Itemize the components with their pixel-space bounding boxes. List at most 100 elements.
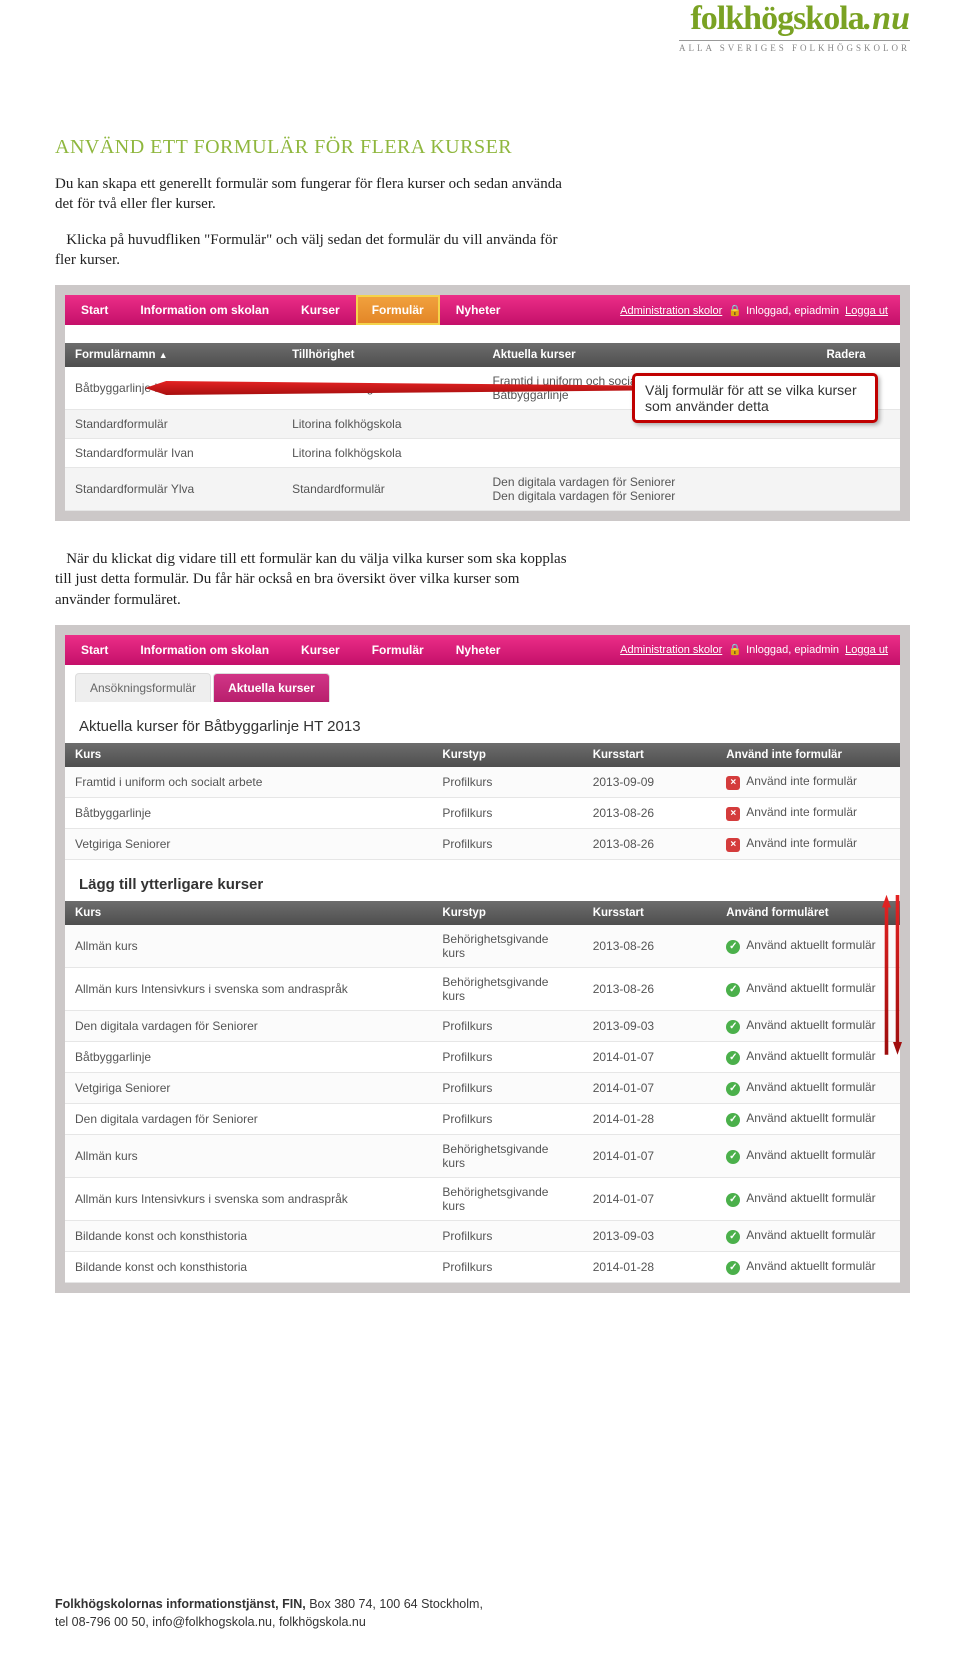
- nav-kurser[interactable]: Kurser: [285, 635, 356, 665]
- logout-link[interactable]: Logga ut: [845, 644, 888, 656]
- use-form-action[interactable]: ✓Använd aktuellt formulär: [716, 1177, 900, 1220]
- use-form-action[interactable]: ✓Använd aktuellt formulär: [716, 1072, 900, 1103]
- section-title-2: Lägg till ytterligare kurser: [65, 860, 900, 901]
- table-row: Den digitala vardagen för SeniorerProfil…: [65, 1103, 900, 1134]
- screenshot-2: Start Information om skolan Kurser Formu…: [55, 625, 910, 1293]
- check-icon: ✓: [726, 940, 740, 954]
- footer-org: Folkhögskolornas informationstjänst, FIN…: [55, 1597, 306, 1611]
- table-row: Allmän kursBehörighetsgivande kurs2013-0…: [65, 925, 900, 968]
- callout-box: Välj formulär för att se vilka kurser so…: [632, 373, 878, 423]
- main-nav: Start Information om skolan Kurser Formu…: [65, 295, 900, 325]
- th-kurs[interactable]: Kurs: [65, 901, 432, 925]
- course-link[interactable]: Allmän kurs Intensivkurs i svenska som a…: [65, 1177, 432, 1220]
- nav-formular[interactable]: Formulär: [356, 295, 440, 325]
- x-icon: ×: [726, 776, 740, 790]
- nav-info[interactable]: Information om skolan: [124, 635, 285, 665]
- subtab-active-courses[interactable]: Aktuella kurser: [213, 673, 330, 702]
- check-icon: ✓: [726, 1113, 740, 1127]
- course-link[interactable]: Bildande konst och konsthistoria: [65, 1251, 432, 1282]
- brand-logo: folkhögskola.nu ALLA SVERIGES FOLKHÖGSKO…: [0, 0, 960, 66]
- table-row: Framtid i uniform och socialt arbeteProf…: [65, 767, 900, 798]
- logo-word2: .nu: [864, 0, 910, 37]
- course-link[interactable]: Allmän kurs: [65, 1134, 432, 1177]
- use-form-action[interactable]: ✓Använd aktuellt formulär: [716, 1251, 900, 1282]
- use-form-action[interactable]: ✓Använd aktuellt formulär: [716, 1041, 900, 1072]
- subtab-application-form[interactable]: Ansökningsformulär: [75, 673, 211, 702]
- logged-in-label: Inloggad, epiadmin: [746, 644, 839, 656]
- course-link[interactable]: Vetgiriga Seniorer: [65, 828, 432, 859]
- nav-kurser[interactable]: Kurser: [285, 295, 356, 325]
- th-kurstyp[interactable]: Kurstyp: [432, 743, 582, 767]
- th-delete[interactable]: Radera: [817, 343, 901, 367]
- course-link[interactable]: Framtid i uniform och socialt arbete: [65, 767, 432, 798]
- main-nav-2: Start Information om skolan Kurser Formu…: [65, 635, 900, 665]
- arrow-down-icon: [893, 895, 902, 1055]
- footer-addr: Box 380 74, 100 64 Stockholm,: [306, 1597, 483, 1611]
- admin-link[interactable]: Administration skolor: [620, 305, 722, 317]
- course-link[interactable]: Båtbyggarlinje: [65, 797, 432, 828]
- footer-contact: tel 08-796 00 50, info@folkhogskola.nu, …: [55, 1615, 366, 1629]
- nav-start[interactable]: Start: [65, 295, 124, 325]
- remove-form-action[interactable]: ×Använd inte formulär: [716, 797, 900, 828]
- check-icon: ✓: [726, 1082, 740, 1096]
- paragraph-1b: Klicka på huvudfliken "Formulär" och väl…: [55, 230, 575, 271]
- page-footer: Folkhögskolornas informationstjänst, FIN…: [55, 1595, 483, 1631]
- th-kursstart[interactable]: Kursstart: [583, 901, 717, 925]
- logged-in-label: Inloggad, epiadmin: [746, 305, 839, 317]
- table-row: Allmän kurs Intensivkurs i svenska som a…: [65, 967, 900, 1010]
- table-row: Allmän kurs Intensivkurs i svenska som a…: [65, 1177, 900, 1220]
- use-form-action[interactable]: ✓Använd aktuellt formulär: [716, 925, 900, 968]
- table-row[interactable]: Standardformulär IvanLitorina folkhögsko…: [65, 439, 900, 468]
- nav-nyheter[interactable]: Nyheter: [440, 295, 517, 325]
- course-link[interactable]: Båtbyggarlinje: [65, 1041, 432, 1072]
- course-link[interactable]: Allmän kurs Intensivkurs i svenska som a…: [65, 967, 432, 1010]
- use-form-action[interactable]: ✓Använd aktuellt formulär: [716, 1220, 900, 1251]
- th-kurstyp[interactable]: Kurstyp: [432, 901, 582, 925]
- x-icon: ×: [726, 807, 740, 821]
- add-courses-table: Kurs Kurstyp Kursstart Använd formuläret…: [65, 901, 900, 1283]
- course-link[interactable]: Den digitala vardagen för Seniorer: [65, 1010, 432, 1041]
- table-row: Bildande konst och konsthistoriaProfilku…: [65, 1251, 900, 1282]
- check-icon: ✓: [726, 1020, 740, 1034]
- th-own[interactable]: Tillhörighet: [282, 343, 482, 367]
- section-title-1: Aktuella kurser för Båtbyggarlinje HT 20…: [65, 702, 900, 743]
- check-icon: ✓: [726, 983, 740, 997]
- table-row: Den digitala vardagen för SeniorerProfil…: [65, 1010, 900, 1041]
- paragraph-1a: Du kan skapa ett generellt formulär som …: [55, 174, 575, 215]
- course-link[interactable]: Allmän kurs: [65, 925, 432, 968]
- nav-formular[interactable]: Formulär: [356, 635, 440, 665]
- check-icon: ✓: [726, 1230, 740, 1244]
- table-row[interactable]: Standardformulär YlvaStandardformulärDen…: [65, 468, 900, 511]
- use-form-action[interactable]: ✓Använd aktuellt formulär: [716, 1134, 900, 1177]
- x-icon: ×: [726, 838, 740, 852]
- th-kurs[interactable]: Kurs: [65, 743, 432, 767]
- th-useform[interactable]: Använd formuläret: [716, 901, 900, 925]
- course-link[interactable]: Bildande konst och konsthistoria: [65, 1220, 432, 1251]
- use-form-action[interactable]: ✓Använd aktuellt formulär: [716, 1103, 900, 1134]
- th-dontuse[interactable]: Använd inte formulär: [716, 743, 900, 767]
- check-icon: ✓: [726, 1051, 740, 1065]
- nav-start[interactable]: Start: [65, 635, 124, 665]
- course-link[interactable]: Den digitala vardagen för Seniorer: [65, 1103, 432, 1134]
- use-form-action[interactable]: ✓Använd aktuellt formulär: [716, 967, 900, 1010]
- remove-form-action[interactable]: ×Använd inte formulär: [716, 767, 900, 798]
- table-row: Vetgiriga SeniorerProfilkurs2014-01-07✓A…: [65, 1072, 900, 1103]
- logo-subtitle: ALLA SVERIGES FOLKHÖGSKOLOR: [679, 40, 910, 53]
- logout-link[interactable]: Logga ut: [845, 305, 888, 317]
- forms-table: Formulärnamn ▲ Tillhörighet Aktuella kur…: [65, 343, 900, 511]
- th-kursstart[interactable]: Kursstart: [583, 743, 717, 767]
- use-form-action[interactable]: ✓Använd aktuellt formulär: [716, 1010, 900, 1041]
- th-courses[interactable]: Aktuella kurser: [482, 343, 816, 367]
- table-row: BåtbyggarlinjeProfilkurs2013-08-26×Använ…: [65, 797, 900, 828]
- course-link[interactable]: Vetgiriga Seniorer: [65, 1072, 432, 1103]
- th-formname[interactable]: Formulärnamn ▲: [65, 343, 282, 367]
- nav-info[interactable]: Information om skolan: [124, 295, 285, 325]
- remove-form-action[interactable]: ×Använd inte formulär: [716, 828, 900, 859]
- lock-icon: 🔒: [728, 305, 742, 317]
- admin-link[interactable]: Administration skolor: [620, 644, 722, 656]
- table-row: Bildande konst och konsthistoriaProfilku…: [65, 1220, 900, 1251]
- check-icon: ✓: [726, 1193, 740, 1207]
- annotation-double-arrow: [882, 895, 906, 1055]
- nav-nyheter[interactable]: Nyheter: [440, 635, 517, 665]
- sort-icon: ▲: [159, 350, 168, 360]
